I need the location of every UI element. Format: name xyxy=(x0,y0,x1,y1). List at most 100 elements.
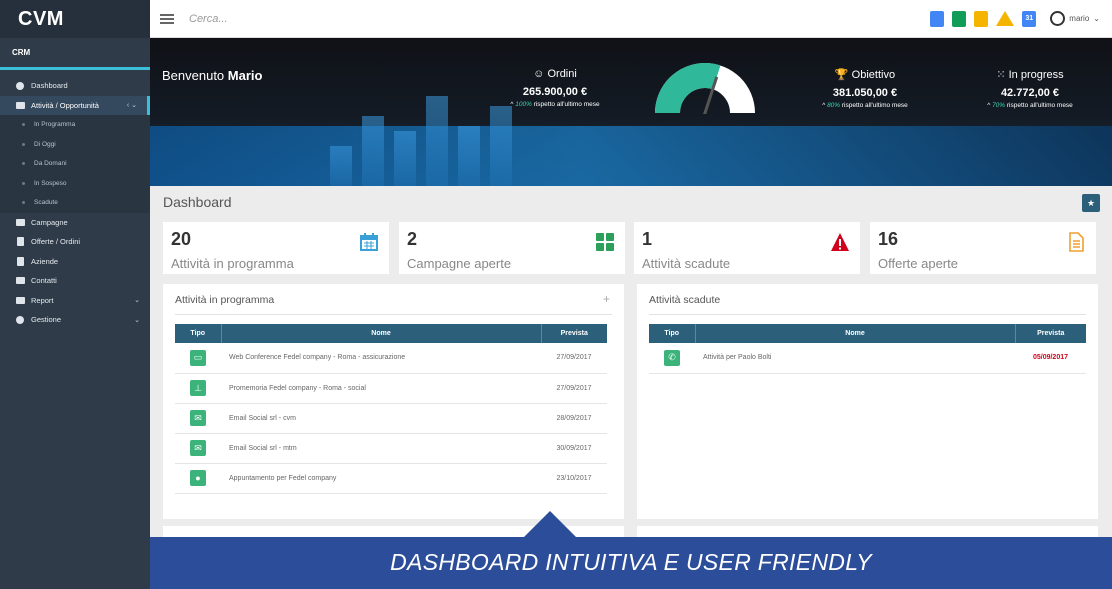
banner-pointer xyxy=(524,511,576,537)
building-icon xyxy=(15,256,25,266)
sidebar-item-label: Contatti xyxy=(31,276,57,286)
chart-icon xyxy=(15,296,25,305)
sidebar-item-label: Attività / Opportunità xyxy=(31,100,99,110)
kpi-label: Attività scadute xyxy=(642,256,731,271)
column-header[interactable]: Tipo xyxy=(175,324,222,343)
kpi-value: 16 xyxy=(878,229,899,249)
kpi-card-offerte[interactable]: 16 Offerte aperte xyxy=(870,222,1096,274)
sidebar-item-label: Campagne xyxy=(31,217,68,227)
laptop-icon[interactable]: ▭ xyxy=(190,349,206,366)
sidebar-item-label: Offerte / Ordini xyxy=(31,237,81,247)
sidebar-item-dashboard[interactable]: Dashboard xyxy=(0,76,150,96)
promo-banner: DASHBOARD INTUITIVA E USER FRIENDLY xyxy=(150,511,1112,589)
topbar: Cerca... 31 mario ⌄ xyxy=(150,0,1112,38)
kpi-value: 20 xyxy=(171,229,192,249)
sidebar-item-label: Dashboard xyxy=(31,81,68,91)
sidebar-item-report[interactable]: Report ⌄ xyxy=(0,291,150,311)
sidebar-item-gestione[interactable]: Gestione ⌄ xyxy=(0,310,150,330)
activity-name[interactable]: Attività per Paolo Bolti xyxy=(695,343,1015,374)
chevron-down-icon: ‹ ⌄ xyxy=(126,102,137,110)
sidebar-subitem-di-oggi[interactable]: Di Oggi xyxy=(0,134,150,154)
google-calendar-icon[interactable]: 31 xyxy=(1022,10,1037,27)
column-header[interactable]: Nome xyxy=(695,324,1016,343)
warning-icon xyxy=(831,233,849,251)
sidebar-item-aziende[interactable]: Aziende xyxy=(0,252,150,272)
sidebar-item-label: Report xyxy=(31,295,54,305)
activity-date: 28/09/2017 xyxy=(541,403,607,434)
sidebar-item-attivita[interactable]: Attività / Opportunità ‹ ⌄ xyxy=(0,95,150,115)
stat-value: 42.772,00 € xyxy=(1000,87,1060,99)
column-header[interactable]: Prevista xyxy=(1015,324,1086,343)
sidebar-item-offerte[interactable]: Offerte / Ordini xyxy=(0,232,150,252)
sidebar-item-label: Aziende xyxy=(31,256,59,266)
welcome-name: Mario xyxy=(227,68,263,83)
overdue-table: Tipo Nome Prevista ✆ Attività per Paolo … xyxy=(649,324,1086,374)
phone-icon[interactable]: ✆ xyxy=(664,349,680,366)
table-row[interactable]: ● Appuntamento per Fedel company 23/10/2… xyxy=(175,463,607,494)
google-drive-icon[interactable] xyxy=(996,11,1015,26)
kpi-value: 2 xyxy=(407,229,418,249)
table-row[interactable]: ▭ Web Conference Fedel company - Roma - … xyxy=(175,343,607,374)
list-icon xyxy=(15,101,25,110)
location-icon[interactable]: ● xyxy=(190,470,206,486)
favorite-button[interactable]: ★ xyxy=(1082,194,1100,212)
sidebar-item-campagne[interactable]: Campagne xyxy=(0,213,150,233)
panel-attivita-programma: Attività in programma + Tipo Nome Previs… xyxy=(163,284,624,519)
kpi-card-attivita[interactable]: 20 Attività in programma xyxy=(163,222,389,274)
gauge-chart xyxy=(655,63,755,114)
column-header[interactable]: Nome xyxy=(221,324,542,343)
sidebar-subitem-label: In Sospeso xyxy=(34,179,67,187)
panel-title: Attività in programma xyxy=(175,294,275,306)
table-row[interactable]: ✆ Attività per Paolo Bolti 05/09/2017 xyxy=(649,343,1086,374)
stat-sub: ^ 80% rispetto all'ultimo mese xyxy=(822,102,908,109)
table-row[interactable]: ✉ Email Social srl - cvm 28/09/2017 xyxy=(175,403,607,434)
activity-date: 05/09/2017 xyxy=(1015,343,1086,374)
document-icon xyxy=(1069,232,1084,252)
panel-attivita-scadute: Attività scadute Tipo Nome Prevista ✆ At… xyxy=(637,284,1098,519)
menu-icon[interactable] xyxy=(160,12,174,26)
column-header[interactable]: Prevista xyxy=(541,324,607,343)
hero-banner: Benvenuto Mario ☺ Ordini 265.900,00 € ^ … xyxy=(150,38,1112,186)
bullet-icon xyxy=(22,201,25,205)
app-logo[interactable]: CVM xyxy=(0,0,150,38)
google-keep-icon[interactable] xyxy=(974,10,989,27)
search-input[interactable]: Cerca... xyxy=(189,13,228,25)
sidebar-subitem-label: In Programma xyxy=(34,121,76,129)
grid-icon xyxy=(596,233,614,251)
stat-ordini: ☺ Ordini 265.900,00 € ^ 100% rispetto al… xyxy=(490,68,620,108)
sidebar-subitem-scadute[interactable]: Scadute xyxy=(0,193,150,213)
activity-date: 27/09/2017 xyxy=(541,373,607,404)
divider xyxy=(649,314,1086,315)
banner-caption: DASHBOARD INTUITIVA E USER FRIENDLY xyxy=(390,549,872,575)
stat-label: ⁙ In progress xyxy=(996,69,1064,81)
table-row[interactable]: ⊥ Promemoria Fedel company - Roma - soci… xyxy=(175,373,607,404)
sidebar-item-label: Gestione xyxy=(31,315,62,325)
activity-name[interactable]: Email Social srl - cvm xyxy=(221,403,541,434)
sidebar-subitem-da-domani[interactable]: Da Domani xyxy=(0,154,150,174)
mail-icon[interactable]: ✉ xyxy=(190,410,206,426)
stat-value: 381.050,00 € xyxy=(832,87,898,99)
column-header[interactable]: Tipo xyxy=(649,324,696,343)
chevron-down-icon: ⌄ xyxy=(1093,14,1100,23)
sidebar-item-contatti[interactable]: Contatti xyxy=(0,271,150,291)
hero-background xyxy=(150,126,1112,186)
sidebar-subitem-label: Di Oggi xyxy=(34,140,56,148)
sidebar-subitem-in-programma[interactable]: In Programma xyxy=(0,115,150,135)
activity-name[interactable]: Promemoria Fedel company - Roma - social xyxy=(221,373,541,404)
kpi-card-scadute[interactable]: 1 Attività scadute xyxy=(634,222,860,274)
pin-icon[interactable]: ⊥ xyxy=(190,380,206,396)
google-sheets-icon[interactable] xyxy=(952,10,967,27)
add-icon[interactable]: + xyxy=(603,292,610,306)
user-menu[interactable]: mario ⌄ xyxy=(1050,11,1100,26)
activity-name[interactable]: Web Conference Fedel company - Roma - as… xyxy=(221,343,541,374)
activity-name[interactable]: Email Social srl - mtm xyxy=(221,433,541,464)
google-docs-icon[interactable] xyxy=(930,10,945,27)
activity-date: 30/09/2017 xyxy=(541,433,607,464)
kpi-card-campagne[interactable]: 2 Campagne aperte xyxy=(399,222,625,274)
activity-name[interactable]: Appuntamento per Fedel company xyxy=(221,463,541,494)
calendar-icon xyxy=(360,233,378,251)
table-row[interactable]: ✉ Email Social srl - mtm 30/09/2017 xyxy=(175,433,607,464)
sidebar-subitem-in-sospeso[interactable]: In Sospeso xyxy=(0,173,150,193)
mail-icon[interactable]: ✉ xyxy=(190,440,206,456)
stat-sub: ^ 70% rispetto all'ultimo mese xyxy=(987,102,1073,109)
